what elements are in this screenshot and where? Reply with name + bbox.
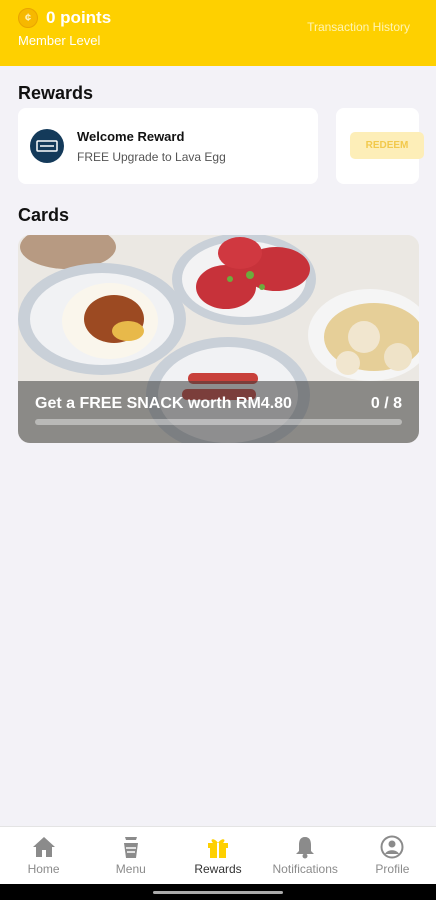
points-row: ¢ 0 points (18, 8, 111, 28)
bottom-tab-bar: Home Menu Rewards Notifications Profile (0, 826, 436, 884)
points-value: 0 points (46, 8, 112, 27)
voucher-icon (30, 129, 64, 163)
reward-stub: REDEEM (336, 108, 424, 184)
profile-icon (380, 835, 404, 859)
reward-card-body[interactable]: Welcome Reward FREE Upgrade to Lava Egg (18, 108, 318, 184)
tab-label: Notifications (272, 862, 338, 876)
stamp-card[interactable]: Get a FREE SNACK worth RM4.80 0 / 8 (18, 235, 419, 443)
tab-label: Menu (115, 862, 146, 876)
card-title: Get a FREE SNACK worth RM4.80 (35, 395, 292, 412)
redeem-button[interactable]: REDEEM (350, 132, 424, 159)
home-indicator[interactable] (153, 891, 283, 894)
tab-rewards[interactable]: Rewards (174, 827, 261, 884)
member-level[interactable]: Member Level (18, 33, 100, 48)
coin-icon: ¢ (18, 8, 38, 28)
cards-section-title: Cards (18, 205, 70, 225)
transaction-history-link[interactable]: Transaction History (307, 20, 410, 34)
card-progress-count: 0 / 8 (370, 395, 402, 412)
card-progress-track (35, 419, 402, 425)
tab-profile[interactable]: Profile (349, 827, 436, 884)
rewards-section-title: Rewards (18, 83, 94, 103)
tab-label: Profile (375, 862, 410, 876)
tab-label: Rewards (194, 862, 242, 876)
reward-card[interactable]: Welcome Reward FREE Upgrade to Lava Egg … (18, 97, 424, 195)
header-bar: ¢ 0 points Member Level Transaction Hist… (0, 0, 436, 66)
tab-home[interactable]: Home (0, 827, 87, 884)
ticket-notch (316, 173, 338, 195)
home-icon (32, 837, 55, 857)
tab-notifications[interactable]: Notifications (262, 827, 349, 884)
tab-menu[interactable]: Menu (87, 827, 174, 884)
bell-icon (296, 837, 315, 859)
tab-label: Home (27, 862, 60, 876)
reward-description: FREE Upgrade to Lava Egg (77, 150, 226, 164)
system-nav-bar (0, 884, 436, 900)
reward-title: Welcome Reward (77, 129, 185, 144)
gift-icon (208, 839, 228, 858)
ticket-notch (316, 97, 338, 119)
menu-icon (123, 837, 138, 858)
